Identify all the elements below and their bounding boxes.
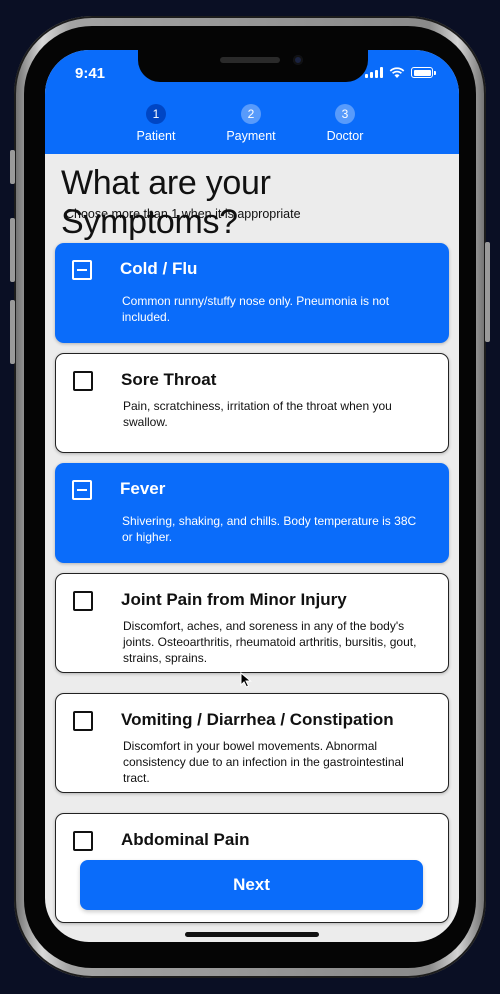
step-label: Doctor	[326, 129, 364, 143]
symptom-description: Discomfort in your bowel movements. Abno…	[123, 739, 404, 785]
camera-notch	[138, 50, 368, 82]
symptom-card-fever[interactable]: Fever Shivering, shaking, and chills. Bo…	[55, 463, 449, 563]
mute-switch	[10, 150, 15, 184]
step-circle: 2	[241, 104, 261, 124]
signal-icon	[365, 67, 383, 78]
symptom-description: Common runny/stuffy nose only. Pneumonia…	[122, 294, 390, 324]
symptom-card-cold-flu[interactable]: Cold / Flu Common runny/stuffy nose only…	[55, 243, 449, 343]
symptom-title: Abdominal Pain	[121, 830, 250, 849]
minus-icon	[77, 268, 87, 271]
minus-icon	[77, 488, 87, 491]
page-subtitle: Choose more than 1 when it is appropriat…	[65, 207, 301, 221]
status-time: 9:41	[75, 65, 106, 82]
wifi-icon	[389, 67, 405, 78]
checkbox-icon[interactable]	[73, 831, 93, 851]
step-label: Patient	[136, 129, 176, 143]
symptom-description: Pain, scratchiness, irritation of the th…	[123, 399, 392, 429]
step-patient[interactable]: 1 Patient	[106, 104, 206, 143]
volume-up-button	[10, 218, 15, 282]
app-screen: 9:41 1 Patient 2 Payment 3 Doctor What a…	[45, 50, 459, 942]
step-circle: 3	[335, 104, 355, 124]
status-icons	[365, 67, 436, 78]
symptom-title: Vomiting / Diarrhea / Constipation	[121, 710, 394, 729]
battery-icon	[411, 67, 436, 78]
page-title: What are your Symptoms?	[61, 164, 271, 241]
home-indicator[interactable]	[185, 932, 319, 937]
checkbox-icon[interactable]	[73, 711, 93, 731]
checkbox-icon[interactable]	[72, 480, 92, 500]
symptom-title: Joint Pain from Minor Injury	[121, 590, 347, 609]
symptom-card-vomiting[interactable]: Vomiting / Diarrhea / Constipation Disco…	[55, 693, 449, 793]
cursor-icon	[240, 672, 252, 688]
front-camera	[293, 55, 303, 65]
step-doctor[interactable]: 3 Doctor	[295, 104, 395, 143]
step-label: Payment	[226, 129, 276, 143]
symptom-title: Sore Throat	[121, 370, 217, 389]
speaker-grille	[220, 57, 280, 63]
checkbox-icon[interactable]	[73, 591, 93, 611]
checkbox-icon[interactable]	[73, 371, 93, 391]
step-circle: 1	[146, 104, 166, 124]
symptom-title: Fever	[120, 479, 166, 498]
symptom-description: Shivering, shaking, and chills. Body tem…	[122, 514, 417, 544]
symptom-title: Cold / Flu	[120, 259, 198, 278]
volume-down-button	[10, 300, 15, 364]
symptom-card-sore-throat[interactable]: Sore Throat Pain, scratchiness, irritati…	[55, 353, 449, 453]
next-button[interactable]: Next	[80, 860, 423, 910]
symptom-description: Discomfort, aches, and soreness in any o…	[123, 619, 417, 665]
step-payment[interactable]: 2 Payment	[201, 104, 301, 143]
checkbox-icon[interactable]	[72, 260, 92, 280]
power-button	[485, 242, 490, 342]
symptom-card-joint-pain[interactable]: Joint Pain from Minor Injury Discomfort,…	[55, 573, 449, 673]
